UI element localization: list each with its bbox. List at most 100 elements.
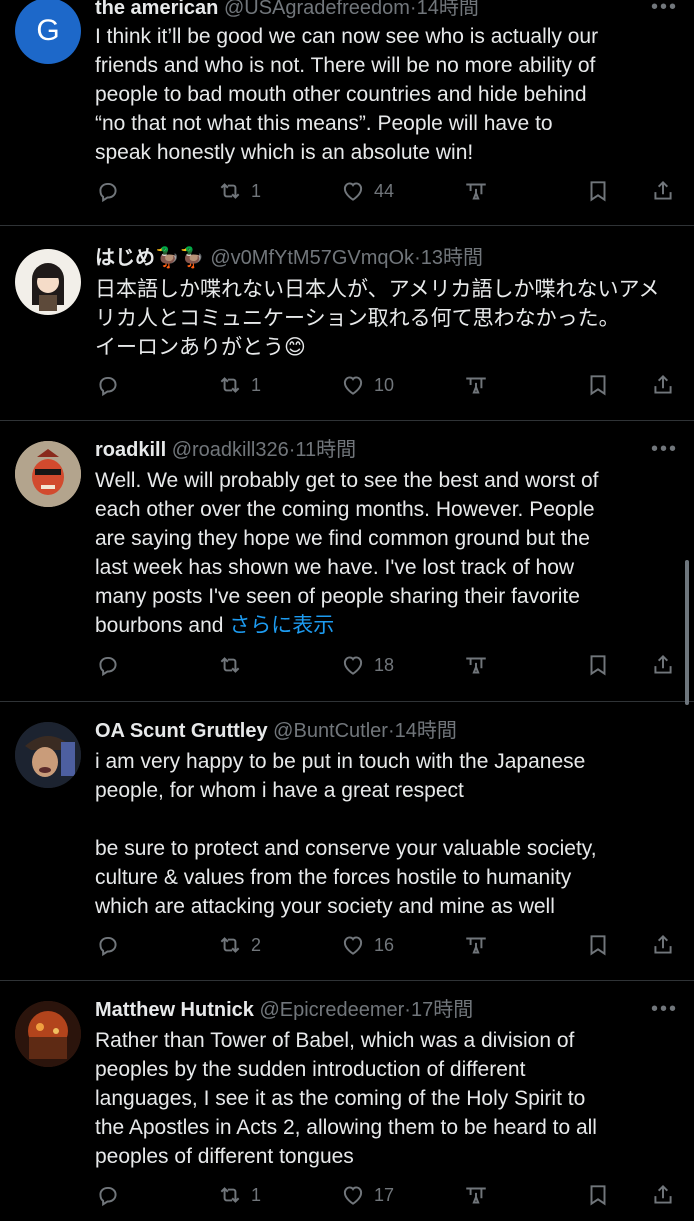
- views-button[interactable]: [463, 1179, 489, 1211]
- views-icon: [466, 1187, 486, 1204]
- like-button[interactable]: 44: [340, 175, 394, 207]
- timestamp[interactable]: 11時間: [295, 439, 356, 461]
- tweet-header: the american @USAgradefreedom·14時間: [95, 0, 634, 22]
- share-button[interactable]: [650, 649, 676, 681]
- reply-icon: [99, 936, 117, 957]
- author-handle[interactable]: @Epicredeemer: [259, 999, 404, 1021]
- like-count: 18: [374, 654, 395, 675]
- tweet[interactable]: roadkill @roadkill326·11時間 ••• Well. We …: [0, 421, 694, 702]
- share-icon: [654, 934, 672, 954]
- reply-button[interactable]: [95, 1179, 121, 1211]
- views-button[interactable]: [463, 929, 489, 961]
- tweet[interactable]: G the american @USAgradefreedom·14時間 •••…: [0, 0, 694, 226]
- views-button[interactable]: [463, 175, 489, 207]
- tweet[interactable]: OA Scunt Gruttley @BuntCutler·14時間 i am …: [0, 702, 694, 981]
- share-button[interactable]: [650, 175, 676, 207]
- timestamp[interactable]: 13時間: [421, 247, 483, 269]
- reply-button[interactable]: [95, 649, 121, 681]
- reply-icon: [99, 376, 117, 397]
- author-name[interactable]: Matthew Hutnick: [95, 999, 254, 1021]
- bookmark-icon: [590, 181, 606, 202]
- repost-button[interactable]: 1: [217, 369, 261, 401]
- reply-button[interactable]: [95, 175, 121, 207]
- views-icon: [466, 657, 486, 674]
- bookmark-button[interactable]: [585, 175, 611, 207]
- repost-icon: [220, 1187, 240, 1203]
- action-bar: 18: [95, 649, 685, 681]
- author-name[interactable]: はじめ🦆🦆: [95, 247, 205, 269]
- separator: ·: [404, 999, 411, 1021]
- bookmark-button[interactable]: [585, 929, 611, 961]
- scrollbar[interactable]: [685, 560, 689, 705]
- tweet-header: Matthew Hutnick @Epicredeemer·17時間: [95, 996, 634, 1024]
- separator: ·: [409, 0, 417, 19]
- avatar[interactable]: [15, 249, 81, 315]
- heart-icon: [343, 656, 363, 675]
- reply-icon: [99, 182, 117, 203]
- views-icon: [466, 183, 486, 200]
- bookmark-button[interactable]: [585, 1179, 611, 1211]
- author-name[interactable]: roadkill: [95, 439, 166, 461]
- tweet-text: I think it’ll be good we can now see who…: [95, 25, 599, 164]
- repost-count: 2: [251, 934, 262, 955]
- timestamp[interactable]: 14時間: [417, 0, 479, 19]
- action-bar: 1 44: [95, 175, 685, 207]
- repost-button[interactable]: [217, 649, 251, 681]
- heart-icon: [343, 1186, 363, 1205]
- like-count: 10: [374, 374, 395, 395]
- repost-button[interactable]: 1: [217, 1179, 261, 1211]
- author-handle[interactable]: @roadkill326: [172, 439, 289, 461]
- tweet[interactable]: Matthew Hutnick @Epicredeemer·17時間 ••• R…: [0, 981, 694, 1221]
- action-bar: 1 10: [95, 369, 685, 401]
- tweet-text: 日本語しか喋れない日本人が、アメリカ語しか喋れないアメ リカ人とコミュニケーショ…: [95, 278, 660, 359]
- more-options-icon[interactable]: •••: [651, 0, 678, 19]
- share-button[interactable]: [650, 929, 676, 961]
- reply-button[interactable]: [95, 369, 121, 401]
- avatar[interactable]: [15, 441, 81, 507]
- timestamp[interactable]: 14時間: [395, 720, 457, 742]
- like-count: 17: [374, 1184, 395, 1205]
- timestamp[interactable]: 17時間: [411, 999, 473, 1021]
- views-button[interactable]: [463, 369, 489, 401]
- repost-count: 1: [251, 180, 262, 201]
- share-button[interactable]: [650, 369, 676, 401]
- tweet-header: roadkill @roadkill326·11時間: [95, 436, 634, 464]
- tweet[interactable]: はじめ🦆🦆 @v0MfYtM57GVmqOk·13時間 日本語しか喋れない日本人…: [0, 225, 694, 421]
- like-button[interactable]: 10: [340, 369, 394, 401]
- author-handle[interactable]: @BuntCutler: [273, 720, 388, 742]
- more-options-icon[interactable]: •••: [651, 998, 678, 1021]
- author-handle[interactable]: @v0MfYtM57GVmqOk: [210, 247, 414, 269]
- like-button[interactable]: 17: [340, 1179, 394, 1211]
- tweet-header: OA Scunt Gruttley @BuntCutler·14時間: [95, 717, 634, 745]
- reply-button[interactable]: [95, 929, 121, 961]
- reply-icon: [99, 656, 117, 677]
- avatar[interactable]: [15, 1001, 81, 1067]
- repost-icon: [220, 937, 240, 953]
- share-icon: [654, 374, 672, 394]
- repost-button[interactable]: 2: [217, 929, 261, 961]
- reply-icon: [99, 1186, 117, 1207]
- author-handle[interactable]: @USAgradefreedom: [224, 0, 410, 19]
- author-name[interactable]: OA Scunt Gruttley: [95, 720, 268, 742]
- like-button[interactable]: 18: [340, 649, 394, 681]
- show-more-link[interactable]: さらに表示: [229, 614, 334, 637]
- heart-icon: [343, 376, 363, 395]
- like-count: 16: [374, 934, 395, 955]
- repost-icon: [220, 377, 240, 393]
- tweet-text-content: Well. We will probably get to see the be…: [95, 469, 599, 637]
- author-name[interactable]: the american: [95, 0, 218, 19]
- bookmark-button[interactable]: [585, 369, 611, 401]
- repost-count: 1: [251, 1184, 262, 1205]
- avatar[interactable]: [15, 722, 81, 788]
- bookmark-icon: [590, 655, 606, 676]
- avatar[interactable]: G: [15, 0, 81, 64]
- tweet-text: Rather than Tower of Babel, which was a …: [95, 1029, 597, 1168]
- like-button[interactable]: 16: [340, 929, 394, 961]
- share-button[interactable]: [650, 1179, 676, 1211]
- heart-icon: [343, 936, 363, 955]
- views-button[interactable]: [463, 649, 489, 681]
- views-icon: [466, 937, 486, 954]
- repost-button[interactable]: 1: [217, 175, 261, 207]
- more-options-icon[interactable]: •••: [651, 438, 678, 461]
- bookmark-button[interactable]: [585, 649, 611, 681]
